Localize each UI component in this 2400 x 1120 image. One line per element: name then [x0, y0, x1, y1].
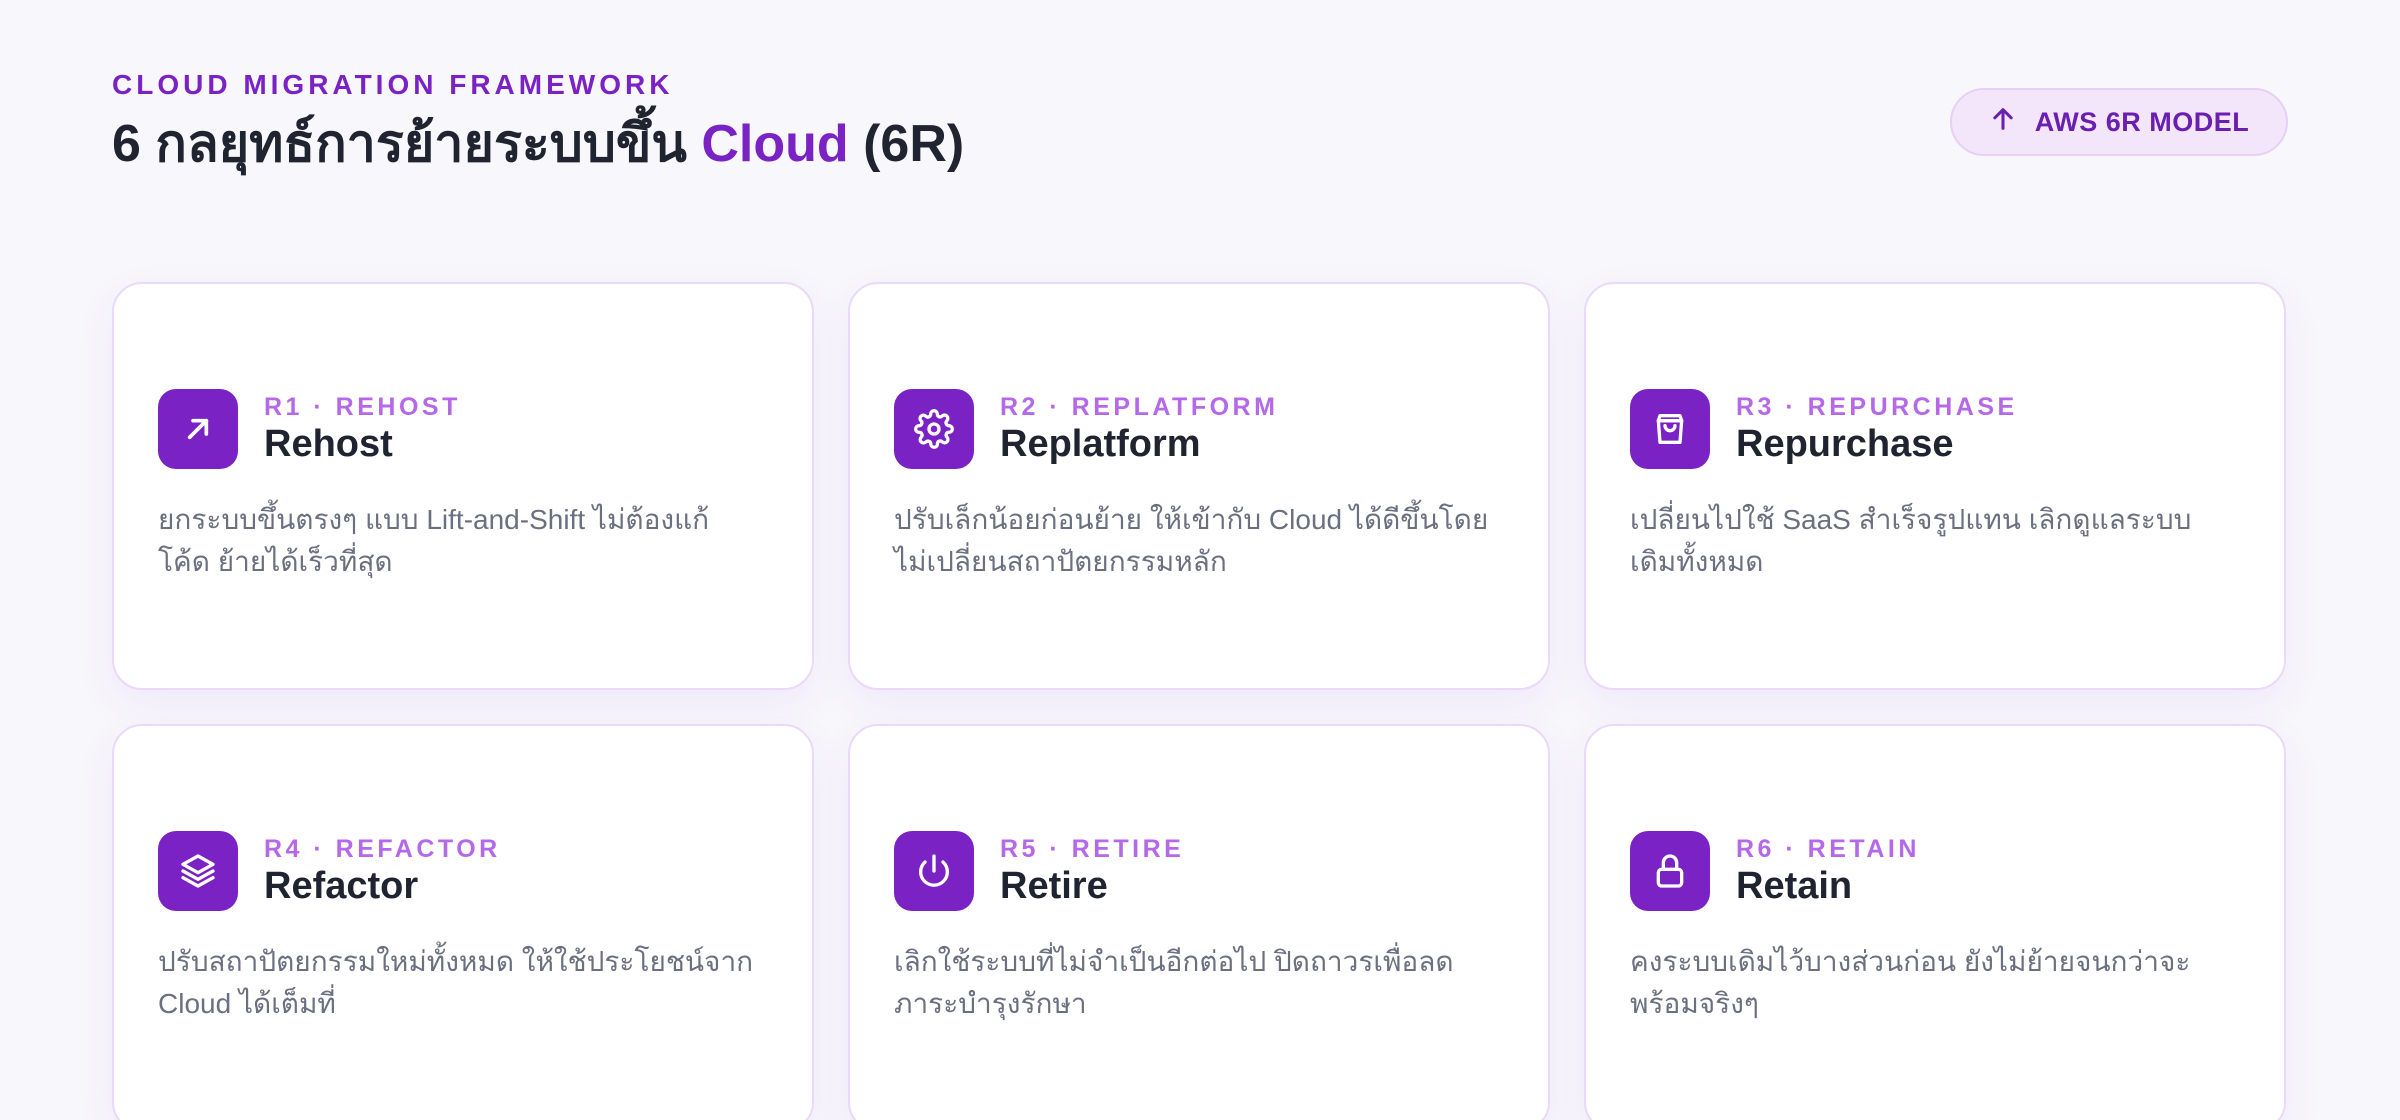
- page-header: CLOUD MIGRATION FRAMEWORK 6 กลยุทธ์การย้…: [112, 68, 2288, 214]
- strategy-name: Rehost: [264, 423, 393, 465]
- arrow-up-icon: [1989, 105, 2017, 140]
- page: CLOUD MIGRATION FRAMEWORK 6 กลยุทธ์การย้…: [0, 0, 2400, 1120]
- card-heading: R2 · REPLATFORM Replatform: [1000, 392, 1278, 466]
- layers-icon: [158, 831, 238, 911]
- shopping-bag-icon: [1630, 389, 1710, 469]
- strategy-description: ปรับเล็กน้อยก่อนย้าย ให้เข้ากับ Cloud ได…: [894, 504, 1489, 577]
- strategy-card-retire: R5 · RETIRE Retire เลิกใช้ระบบที่ไม่จำเป…: [848, 724, 1550, 1120]
- card-header: R1 · REHOST Rehost: [158, 389, 768, 469]
- strategy-name: Repurchase: [1736, 423, 1954, 465]
- badge-label: AWS 6R MODEL: [2034, 106, 2250, 137]
- title-accent: Cloud: [701, 115, 849, 173]
- strategy-name: Replatform: [1000, 423, 1201, 465]
- card-header: R5 · RETIRE Retire: [894, 831, 1504, 911]
- strategy-card-retain: R6 · RETAIN Retain คงระบบเดิมไว้บางส่วนก…: [1584, 724, 2286, 1120]
- model-badge: AWS 6R MODEL: [1950, 88, 2288, 156]
- strategy-code: R5 · RETIRE: [1000, 835, 1185, 863]
- card-heading: R3 · REPURCHASE Repurchase: [1736, 392, 2018, 466]
- strategy-code: R4 · REFACTOR: [264, 835, 501, 863]
- strategy-name: Refactor: [264, 865, 419, 907]
- strategy-card-refactor: R4 · REFACTOR Refactor ปรับสถาปัตยกรรมให…: [112, 724, 814, 1120]
- arrow-up-right-icon: [158, 389, 238, 469]
- strategy-code: R3 · REPURCHASE: [1736, 393, 2018, 421]
- title-suffix: (6R): [848, 115, 965, 173]
- card-heading: R5 · RETIRE Retire: [1000, 834, 1184, 908]
- strategy-description: ยกระบบขึ้นตรงๆ แบบ Lift-and-Shift ไม่ต้อ…: [158, 504, 710, 577]
- title-prefix: 6 กลยุทธ์การย้ายระบบขึ้น: [112, 115, 702, 173]
- card-header: R2 · REPLATFORM Replatform: [894, 389, 1504, 469]
- card-heading: R6 · RETAIN Retain: [1736, 834, 1920, 908]
- strategy-description: คงระบบเดิมไว้บางส่วนก่อน ยังไม่ย้ายจนกว่…: [1630, 946, 2191, 1019]
- strategy-grid: R1 · REHOST Rehost ยกระบบขึ้นตรงๆ แบบ Li…: [112, 282, 2288, 1120]
- strategy-name: Retain: [1736, 865, 1853, 907]
- card-header: R6 · RETAIN Retain: [1630, 831, 2240, 911]
- strategy-description: ปรับสถาปัตยกรรมใหม่ทั้งหมด ให้ใช้ประโยชน…: [158, 946, 754, 1019]
- power-icon: [894, 831, 974, 911]
- strategy-card-rehost: R1 · REHOST Rehost ยกระบบขึ้นตรงๆ แบบ Li…: [112, 282, 814, 690]
- strategy-card-replatform: R2 · REPLATFORM Replatform ปรับเล็กน้อยก…: [848, 282, 1550, 690]
- strategy-description: เปลี่ยนไปใช้ SaaS สำเร็จรูปแทน เลิกดูแลร…: [1630, 504, 2192, 577]
- lock-icon: [1630, 831, 1710, 911]
- card-heading: R1 · REHOST Rehost: [264, 392, 461, 466]
- strategy-code: R1 · REHOST: [264, 393, 461, 421]
- strategy-description: เลิกใช้ระบบที่ไม่จำเป็นอีกต่อไป ปิดถาวรเ…: [894, 946, 1454, 1019]
- card-header: R4 · REFACTOR Refactor: [158, 831, 768, 911]
- gear-icon: [894, 389, 974, 469]
- strategy-name: Retire: [1000, 865, 1108, 907]
- strategy-code: R2 · REPLATFORM: [1000, 393, 1279, 421]
- strategy-card-repurchase: R3 · REPURCHASE Repurchase เปลี่ยนไปใช้ …: [1584, 282, 2286, 690]
- card-header: R3 · REPURCHASE Repurchase: [1630, 389, 2240, 469]
- strategy-code: R6 · RETAIN: [1736, 835, 1920, 863]
- card-heading: R4 · REFACTOR Refactor: [264, 834, 501, 908]
